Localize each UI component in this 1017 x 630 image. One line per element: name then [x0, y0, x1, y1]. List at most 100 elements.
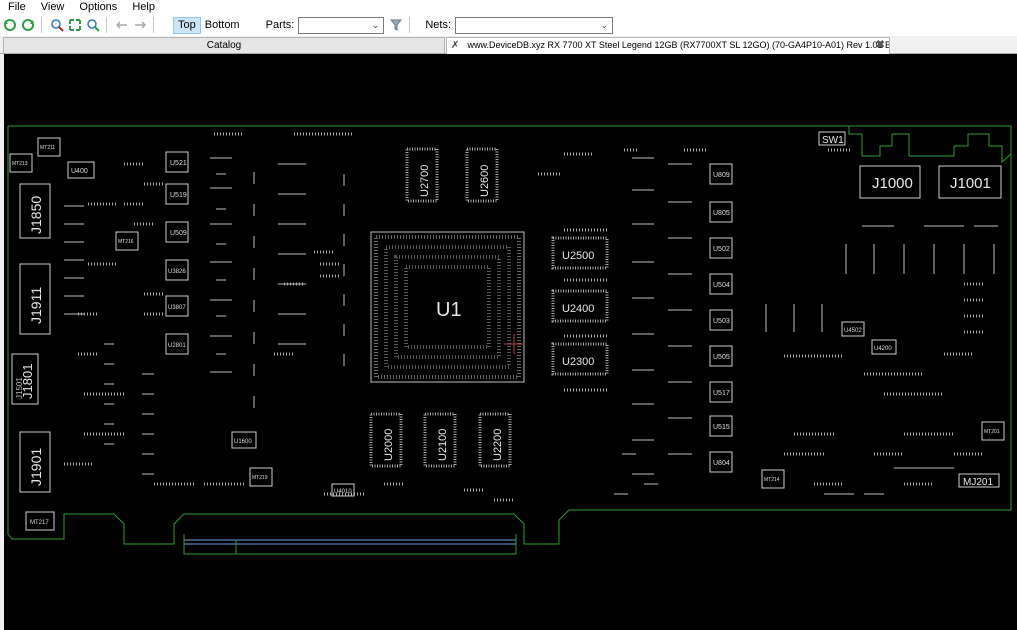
connector-label-j1501: J1501 — [15, 377, 24, 399]
connector-label-j1000: J1000 — [872, 175, 913, 192]
regulator-u509[interactable]: U509 — [165, 221, 189, 243]
part-u1600[interactable]: U1600 — [231, 431, 257, 449]
memory-chip-u2400[interactable]: U2400 — [551, 289, 609, 323]
part-label: U4200 — [874, 346, 892, 352]
pin-icon[interactable]: ✗ — [451, 38, 465, 53]
connector-j1001[interactable]: J1001 — [938, 165, 1002, 199]
part-mt214[interactable]: MT214 — [761, 469, 785, 489]
forward-arrow-icon[interactable] — [132, 17, 148, 33]
regulator-u3807[interactable]: U3807 — [165, 295, 189, 317]
part-u400[interactable]: U400 — [67, 161, 95, 179]
memory-chip-u2300[interactable]: U2300 — [551, 342, 609, 376]
memory-label-u2400: U2400 — [562, 303, 594, 315]
toolbar-separator — [41, 17, 42, 33]
regulator-u503[interactable]: U503 — [709, 309, 733, 331]
toolbar: Top Bottom Parts: ⌄ Nets: ⌄ — [0, 14, 1017, 36]
part-mt217[interactable]: MT217 — [25, 511, 55, 531]
memory-chip-u2200[interactable]: U2200 — [478, 412, 512, 468]
regulator-u517[interactable]: U517 — [709, 381, 733, 403]
memory-label-u2100: U2100 — [437, 429, 449, 461]
part-label: MT213 — [12, 161, 28, 167]
connector-j1901[interactable]: J1901 — [19, 431, 51, 493]
memory-chip-u2500[interactable]: U2500 — [551, 236, 609, 270]
rotate-right-icon[interactable] — [20, 17, 36, 33]
regulator-u502[interactable]: U502 — [709, 237, 733, 259]
left-regulators: U521 U519 U509 U3826 U3807 U2801 — [165, 151, 189, 355]
gpu-chip-u1[interactable]: U1 — [370, 231, 525, 383]
memory-chip-u2000[interactable]: U2000 — [369, 412, 403, 468]
back-arrow-icon[interactable] — [114, 17, 130, 33]
document-tabs: Catalog ✗ www.DeviceDB.xyz RX 7700 XT St… — [0, 37, 1017, 54]
part-mt216[interactable]: MT216 — [115, 231, 139, 251]
rotate-left-icon[interactable] — [2, 17, 18, 33]
memory-label-u2700: U2700 — [419, 165, 431, 197]
memory-chip-u2700[interactable]: U2700 — [405, 147, 439, 203]
regulator-label: U519 — [170, 192, 187, 199]
regulator-u3826[interactable]: U3826 — [165, 259, 189, 281]
right-regulators: U809 U805 U502 U504 U503 U505 U517 U515 … — [709, 163, 733, 473]
regulator-label: U2801 — [168, 343, 186, 349]
bottom-side-button[interactable]: Bottom — [201, 19, 244, 31]
top-side-button[interactable]: Top — [173, 16, 201, 34]
gpu-label: U1 — [436, 299, 462, 321]
regulator-u505[interactable]: U505 — [709, 345, 733, 367]
regulator-u804[interactable]: U804 — [709, 451, 733, 473]
part-label: U400 — [71, 168, 88, 175]
regulator-u809[interactable]: U809 — [709, 163, 733, 185]
regulator-u504[interactable]: U504 — [709, 273, 733, 295]
part-mt211[interactable]: MT211 — [37, 137, 61, 157]
connector-j1850[interactable]: J1850 — [19, 183, 51, 239]
mounting-label: MJ201 — [963, 477, 993, 488]
toolbar-separator — [106, 17, 107, 33]
part-label: MT216 — [118, 239, 134, 245]
part-label: MT211 — [40, 145, 55, 151]
connector-label-j1001: J1001 — [950, 175, 991, 192]
connector-label-j1850: J1850 — [28, 196, 44, 234]
nets-label: Nets: — [425, 19, 452, 31]
regulator-u805[interactable]: U805 — [709, 201, 733, 223]
memory-chip-u2600[interactable]: U2600 — [465, 147, 499, 203]
fit-view-icon[interactable] — [67, 17, 83, 33]
connector-label-j1911: J1911 — [28, 287, 44, 324]
connector-j1000[interactable]: J1000 — [859, 165, 921, 199]
tab-catalog[interactable]: Catalog — [3, 37, 445, 53]
switch-sw1[interactable]: SW1 — [818, 131, 846, 146]
board-canvas[interactable]: U1 U2700 U2600 U2500 U2400 U2300 U2000 U… — [4, 54, 1017, 630]
menu-options[interactable]: Options — [71, 1, 124, 13]
pcb-board[interactable]: U1 U2700 U2600 U2500 U2400 U2300 U2000 U… — [4, 54, 1017, 630]
menu-help[interactable]: Help — [124, 1, 162, 13]
menu-file[interactable]: File — [0, 1, 33, 13]
nets-combobox[interactable]: ⌄ — [455, 16, 614, 34]
connector-j1911[interactable]: J1911 — [19, 263, 51, 335]
toolbar-separator — [409, 17, 411, 33]
close-icon[interactable]: ✖ — [876, 38, 885, 53]
regulator-u2801[interactable]: U2801 — [165, 333, 189, 355]
menu-view[interactable]: View — [33, 1, 72, 13]
part-u4502[interactable]: U4502 — [841, 321, 865, 337]
part-label: MT201 — [984, 429, 1000, 435]
switch-label: SW1 — [822, 135, 844, 146]
regulator-label: U509 — [170, 230, 187, 237]
part-mt219[interactable]: MT219 — [249, 467, 273, 487]
connector-j1501[interactable]: J1501 — [15, 377, 24, 399]
zoom-out-icon[interactable] — [85, 17, 101, 33]
regulator-u519[interactable]: U519 — [165, 183, 189, 205]
tab-boardview[interactable]: ✗ www.DeviceDB.xyz RX 7700 XT Steel Lege… — [446, 37, 890, 54]
part-label: U1600 — [234, 439, 252, 445]
part-mt201[interactable]: MT201 — [981, 421, 1005, 441]
part-u4200[interactable]: U4200 — [871, 339, 897, 355]
mounting-mj201[interactable]: MJ201 — [958, 473, 1000, 488]
filter-icon[interactable] — [388, 17, 404, 33]
parts-combobox[interactable]: ⌄ — [298, 16, 385, 34]
part-mt213[interactable]: MT213 — [9, 153, 33, 173]
zoom-in-icon[interactable] — [49, 17, 65, 33]
regulator-label: U503 — [713, 318, 730, 325]
memory-label-u2500: U2500 — [562, 250, 594, 262]
regulator-label: U804 — [713, 460, 730, 467]
regulator-label: U504 — [713, 282, 730, 289]
memory-chip-u2100[interactable]: U2100 — [423, 412, 457, 468]
regulator-u515[interactable]: U515 — [709, 415, 733, 437]
part-label: MT219 — [252, 475, 268, 481]
memory-label-u2600: U2600 — [479, 165, 491, 197]
regulator-u521[interactable]: U521 — [165, 151, 189, 173]
